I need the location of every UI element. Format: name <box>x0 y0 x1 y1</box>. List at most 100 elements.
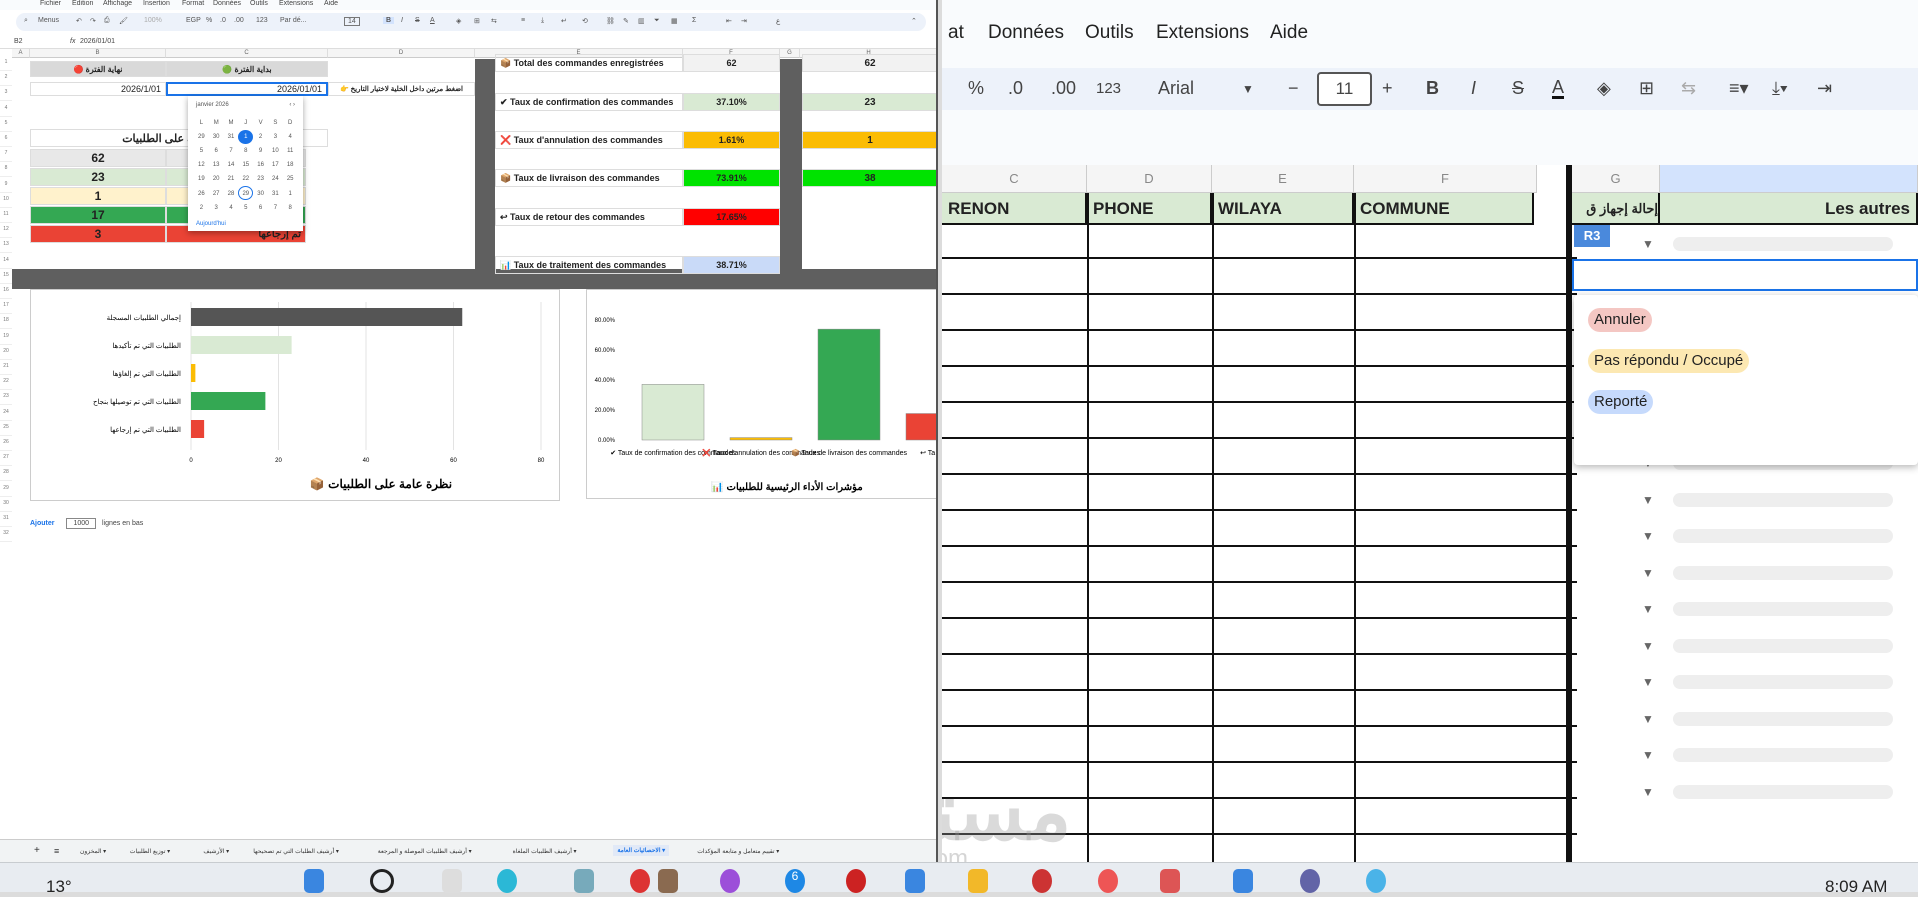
bold-icon[interactable]: B <box>383 17 395 24</box>
italic-button-right[interactable]: I <box>1471 78 1476 99</box>
calendar-day[interactable]: 27 <box>209 187 224 201</box>
dropdown-arrow-icon[interactable]: ▼ <box>1642 237 1654 251</box>
italic-icon[interactable]: I <box>401 17 403 24</box>
status-chip-placeholder[interactable] <box>1673 492 1893 507</box>
kpi-bar[interactable] <box>729 437 793 441</box>
redo-icon[interactable]: ↷ <box>90 17 96 25</box>
font-select-right[interactable]: Arial <box>1158 78 1194 99</box>
font-size-input[interactable]: 11 <box>1317 72 1372 106</box>
calendar-day[interactable]: 25 <box>283 172 298 186</box>
menu-outils[interactable]: Outils <box>250 0 268 7</box>
column-header-right[interactable]: G <box>1572 165 1660 193</box>
calendar-day[interactable]: 8 <box>283 201 298 215</box>
row-header[interactable]: 26 <box>0 439 12 451</box>
ltr-icon[interactable]: ⇥ <box>741 17 747 25</box>
menu-donnees[interactable]: Données <box>213 0 241 7</box>
calendar-day[interactable]: 17 <box>268 158 283 172</box>
font-select[interactable]: Par dé... <box>280 17 306 24</box>
weather-temperature[interactable]: 13° <box>46 877 72 897</box>
status-chip-placeholder[interactable] <box>1673 237 1893 251</box>
strike-icon[interactable]: S <box>415 17 420 24</box>
font-size[interactable]: 14 <box>344 17 360 26</box>
comment-icon[interactable]: ✎ <box>623 17 629 25</box>
calendar-day[interactable]: 16 <box>253 158 268 172</box>
browser-icon[interactable] <box>1366 869 1386 893</box>
calendar-day[interactable]: 13 <box>209 158 224 172</box>
calendar-month[interactable]: janvier 2026 <box>196 102 229 108</box>
row-header[interactable]: 29 <box>0 485 12 497</box>
row-header[interactable]: 30 <box>0 500 12 512</box>
row-header[interactable]: 4 <box>0 105 12 117</box>
fill-color-icon-right[interactable]: ◈ <box>1597 78 1611 99</box>
add-sheet-icon[interactable]: + <box>34 845 40 856</box>
calendar-day[interactable]: 21 <box>224 172 239 186</box>
dropdown-arrow-icon[interactable]: ▼ <box>1642 675 1654 689</box>
status-chip-placeholder[interactable] <box>1673 602 1893 616</box>
date-picker[interactable]: janvier 2026 ‹ › L M M J V S D29 30 31 1 2 3 45 6 7 8 9 10 1… <box>188 96 303 231</box>
font-size-decrease[interactable]: − <box>1288 78 1299 99</box>
edge-icon[interactable] <box>497 869 517 893</box>
percent-button[interactable]: % <box>206 17 212 24</box>
row-header[interactable]: 14 <box>0 257 12 269</box>
status-chip-placeholder[interactable] <box>1673 675 1893 689</box>
row-header[interactable]: 6 <box>0 135 12 147</box>
increase-decimal[interactable]: .00 <box>234 17 244 24</box>
column-header[interactable]: B <box>30 49 166 58</box>
sheet-tab[interactable]: الاحصائيات العامة ▾ <box>613 845 670 856</box>
app-purple-icon[interactable] <box>720 869 740 893</box>
status-chip-placeholder[interactable] <box>1673 529 1893 543</box>
all-sheets-icon[interactable]: ≡ <box>54 846 59 856</box>
overview-bar[interactable] <box>191 392 266 410</box>
menu-insertion[interactable]: Insertion <box>143 0 170 7</box>
file-icon[interactable] <box>442 869 462 893</box>
calendar-day[interactable]: 1 <box>238 130 254 144</box>
row-header[interactable]: 31 <box>0 515 12 527</box>
column-header[interactable]: C <box>166 49 328 58</box>
font-dropdown-icon[interactable]: ▼ <box>1242 82 1254 96</box>
app-orange-icon[interactable] <box>1098 869 1118 893</box>
status-chip-placeholder[interactable] <box>1673 711 1893 726</box>
fill-color-icon[interactable]: ◈ <box>456 17 461 25</box>
avatar[interactable] <box>658 869 678 893</box>
calendar-day[interactable]: 26 <box>194 187 209 201</box>
decrease-decimal-right[interactable]: .0 <box>1008 78 1023 99</box>
sheet-tab[interactable]: تقييم متعامل و متابعة المؤكدات ▾ <box>697 848 779 855</box>
row-header[interactable]: 18 <box>0 317 12 330</box>
column-header-right[interactable]: C <box>942 165 1087 193</box>
undo-icon[interactable]: ↶ <box>76 17 82 25</box>
row-header[interactable]: 13 <box>0 241 12 254</box>
photos-icon[interactable] <box>574 869 594 893</box>
status-chip-placeholder[interactable] <box>1673 638 1893 653</box>
row-header[interactable]: 28 <box>0 469 12 482</box>
menu-fichier[interactable]: Fichier <box>40 0 61 7</box>
calendar-icon[interactable] <box>1233 869 1253 893</box>
number-format-right[interactable]: 123 <box>1096 80 1121 97</box>
halign-icon-right[interactable]: ≡▾ <box>1729 78 1749 99</box>
align-icon[interactable]: ≡ <box>521 17 525 24</box>
dropdown-arrow-icon[interactable]: ▼ <box>1642 785 1654 799</box>
overview-bar[interactable] <box>191 308 463 326</box>
font-size-increase[interactable]: + <box>1382 78 1393 99</box>
rotate-icon[interactable]: ⟲ <box>582 17 588 25</box>
row-header[interactable]: 9 <box>0 181 12 193</box>
calendar-day[interactable]: 1 <box>283 187 298 201</box>
column-header-right[interactable]: F <box>1354 165 1537 193</box>
start-date-input[interactable]: 2026/01/01 <box>166 82 328 96</box>
row-header[interactable]: 23 <box>0 393 12 406</box>
calendar-day[interactable]: 6 <box>209 144 224 158</box>
functions-icon[interactable]: Σ <box>692 17 696 24</box>
bold-button-right[interactable]: B <box>1426 78 1439 99</box>
calendar-day[interactable]: 4 <box>224 201 239 215</box>
calendar-nav-icon[interactable]: ‹ › <box>289 102 295 108</box>
row-header[interactable]: 15 <box>0 272 12 284</box>
filter-views-icon[interactable]: ▦ <box>671 17 678 25</box>
menu-format[interactable]: Format <box>182 0 204 7</box>
kpi-bar[interactable] <box>817 328 881 441</box>
menu-aide[interactable]: Aide <box>324 0 338 7</box>
kpi-bar[interactable] <box>641 384 705 441</box>
calendar-day[interactable]: 29 <box>238 186 254 200</box>
sheet-tab[interactable]: أرشيف الطلبيات الملغاة ▾ <box>513 848 577 855</box>
column-header[interactable]: A <box>12 49 30 58</box>
overview-bar[interactable] <box>191 336 292 354</box>
row-header[interactable]: 3 <box>0 89 12 102</box>
